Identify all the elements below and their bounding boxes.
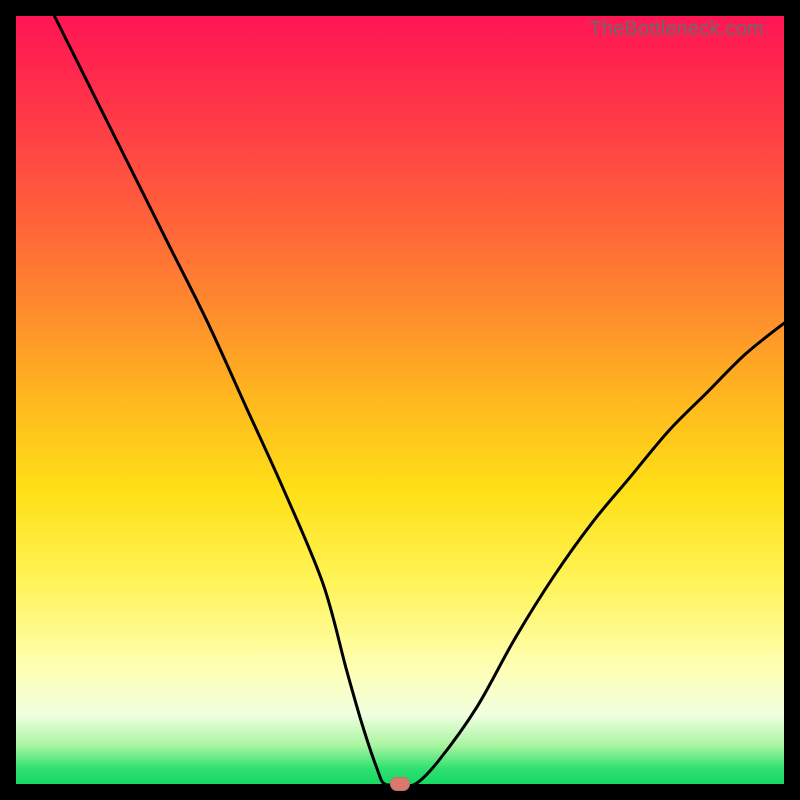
bottleneck-curve (16, 16, 784, 784)
optimal-point-marker (390, 777, 410, 791)
chart-plot-area: TheBottleneck.com (16, 16, 784, 784)
chart-frame: TheBottleneck.com (0, 0, 800, 800)
curve-path (54, 16, 784, 784)
